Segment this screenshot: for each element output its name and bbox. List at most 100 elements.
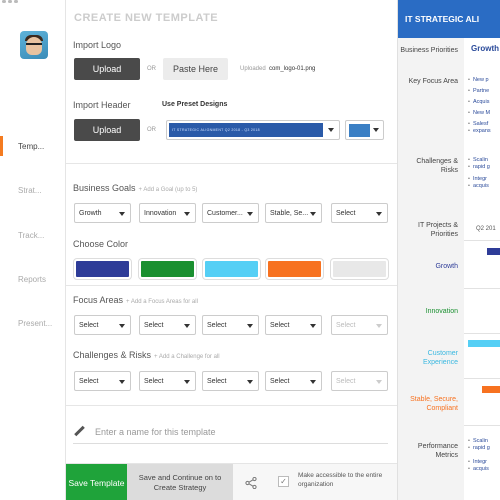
- chevron-down-icon: [310, 380, 316, 384]
- preview-row-label: Innovation: [425, 308, 458, 315]
- goal-select-1[interactable]: Growth: [74, 203, 131, 223]
- challenge-select-value: Select: [270, 377, 290, 385]
- sidebar-item-presentations[interactable]: Present...: [0, 319, 66, 328]
- preview-growth-title: Growth: [471, 44, 499, 53]
- upload-logo-button[interactable]: Upload: [74, 58, 140, 80]
- create-template-panel: CREATE NEW TEMPLATE Import Logo Upload O…: [66, 0, 397, 500]
- sidebar-item-reports[interactable]: Reports: [0, 275, 66, 284]
- chevron-down-icon: [376, 380, 382, 384]
- accessible-label: Make accessible to the entire organizati…: [298, 472, 383, 488]
- chevron-down-icon: [184, 324, 190, 328]
- focus-select-2[interactable]: Select: [139, 315, 196, 335]
- chevron-down-icon: [376, 324, 382, 328]
- challenge-select-value: Select: [207, 377, 227, 385]
- chevron-down-icon: [119, 212, 125, 216]
- sidebar-item-strategies[interactable]: Strat...: [0, 186, 66, 195]
- focus-select-value: Select: [270, 321, 290, 329]
- challenge-select-3[interactable]: Select: [202, 371, 259, 391]
- preview-focus-bullet: New p: [468, 76, 489, 84]
- header-color-select[interactable]: [345, 120, 384, 140]
- uploaded-file-info: Uploaded com_logo-01.png: [240, 66, 315, 72]
- challenge-select-1[interactable]: Select: [74, 371, 131, 391]
- preview-challenge-bullet: acquis: [468, 182, 489, 190]
- preview-row-label: Business Priorities: [400, 47, 458, 54]
- focus-select-1[interactable]: Select: [74, 315, 131, 335]
- challenge-select-4[interactable]: Select: [265, 371, 322, 391]
- preset-design-select[interactable]: IT STRATEGIC ALIGNMENT Q2 2018 - Q3 2018: [166, 120, 340, 140]
- focus-areas-title: Focus Areas: [73, 295, 124, 305]
- goal-select-4[interactable]: Stable, Se...: [265, 203, 322, 223]
- chevron-down-icon: [310, 212, 316, 216]
- sidebar-item-templates[interactable]: Temp...: [0, 142, 66, 151]
- focus-select-4[interactable]: Select: [265, 315, 322, 335]
- preview-challenge-bullet: rapid g: [468, 163, 490, 171]
- goal-select-3[interactable]: Customer...: [202, 203, 259, 223]
- template-name-placeholder: Enter a name for this template: [95, 426, 216, 437]
- goal-select-value: Select: [336, 209, 356, 217]
- color-swatch-light-blue[interactable]: [202, 258, 261, 280]
- add-focus-area-link[interactable]: + Add a Focus Areas for all: [126, 299, 198, 305]
- template-preview: IT STRATEGIC ALI Business Priorities Key…: [397, 0, 500, 500]
- preview-metric-bullet: acquis: [468, 465, 489, 473]
- focus-select-value: Select: [144, 321, 164, 329]
- preview-growth-bar: [487, 248, 500, 255]
- focus-select-value: Select: [336, 321, 356, 329]
- sidebar-item-tracking[interactable]: Track...: [0, 231, 66, 240]
- color-swatch-gray[interactable]: [330, 258, 389, 280]
- upload-header-button[interactable]: Upload: [74, 119, 140, 141]
- goal-select-2[interactable]: Innovation: [139, 203, 196, 223]
- color-swatch-orange[interactable]: [265, 258, 324, 280]
- preview-row-label: Performance Metrics: [417, 443, 458, 459]
- accessible-checkbox[interactable]: ✓: [278, 476, 289, 487]
- preview-row-label: Challenges & Risks: [416, 158, 458, 174]
- add-challenge-link[interactable]: + Add a Challenge for all: [154, 354, 220, 360]
- preview-focus-bullet: expans: [468, 127, 491, 135]
- add-goal-link[interactable]: + Add a Goal (up to 5): [139, 187, 198, 193]
- template-name-input[interactable]: Enter a name for this template: [73, 420, 388, 444]
- chevron-down-icon: [247, 324, 253, 328]
- preset-strip-text: IT STRATEGIC ALIGNMENT Q2 2018 - Q3 2018: [172, 128, 260, 132]
- preview-focus-bullet: Acquis: [468, 98, 490, 106]
- challenge-select-2[interactable]: Select: [139, 371, 196, 391]
- preview-row-label: Growth: [435, 263, 458, 270]
- preview-row-label: Key Focus Area: [408, 78, 458, 85]
- focus-select-5[interactable]: Select: [331, 315, 388, 335]
- preview-gridline: [464, 333, 500, 334]
- page-title: CREATE NEW TEMPLATE: [74, 12, 219, 24]
- preview-stable-bar: [482, 386, 500, 393]
- preview-row-label: IT Projects & Priorities: [418, 222, 458, 238]
- save-template-button[interactable]: Save Template: [66, 464, 127, 500]
- preset-designs-label: Use Preset Designs: [162, 101, 228, 108]
- preview-header: IT STRATEGIC ALI: [398, 0, 500, 38]
- focus-select-3[interactable]: Select: [202, 315, 259, 335]
- choose-color-label: Choose Color: [73, 239, 129, 249]
- preview-gridline: [464, 378, 500, 379]
- divider: [66, 285, 397, 286]
- chevron-down-icon: [247, 380, 253, 384]
- preview-focus-bullet: New M: [468, 109, 490, 117]
- goal-select-5[interactable]: Select: [331, 203, 388, 223]
- header-color-swatch: [349, 124, 370, 137]
- uploaded-label: Uploaded: [240, 66, 266, 72]
- chevron-down-icon: [376, 212, 382, 216]
- chevron-down-icon: [247, 212, 253, 216]
- window-controls: [0, 0, 18, 4]
- challenges-label: Challenges & Risks + Add a Challenge for …: [73, 350, 220, 360]
- preview-focus-bullet: Partne: [468, 87, 489, 95]
- preview-gridline: [464, 240, 500, 241]
- preview-content-column: [464, 38, 500, 500]
- goal-select-value: Growth: [79, 209, 102, 217]
- avatar[interactable]: [20, 31, 48, 59]
- business-goals-title: Business Goals: [73, 183, 136, 193]
- share-icon[interactable]: [233, 464, 268, 500]
- color-swatch-green[interactable]: [138, 258, 197, 280]
- goal-select-value: Innovation: [144, 209, 177, 217]
- paste-here-button[interactable]: Paste Here: [163, 58, 228, 80]
- chevron-down-icon: [373, 128, 379, 132]
- save-continue-button[interactable]: Save and Continue on to Create Strategy: [127, 464, 233, 500]
- color-swatch-blue[interactable]: [73, 258, 132, 280]
- challenge-select-5[interactable]: Select: [331, 371, 388, 391]
- preview-gridline: [464, 425, 500, 426]
- pencil-icon: [73, 426, 85, 438]
- preset-header-preview: IT STRATEGIC ALIGNMENT Q2 2018 - Q3 2018: [169, 123, 323, 137]
